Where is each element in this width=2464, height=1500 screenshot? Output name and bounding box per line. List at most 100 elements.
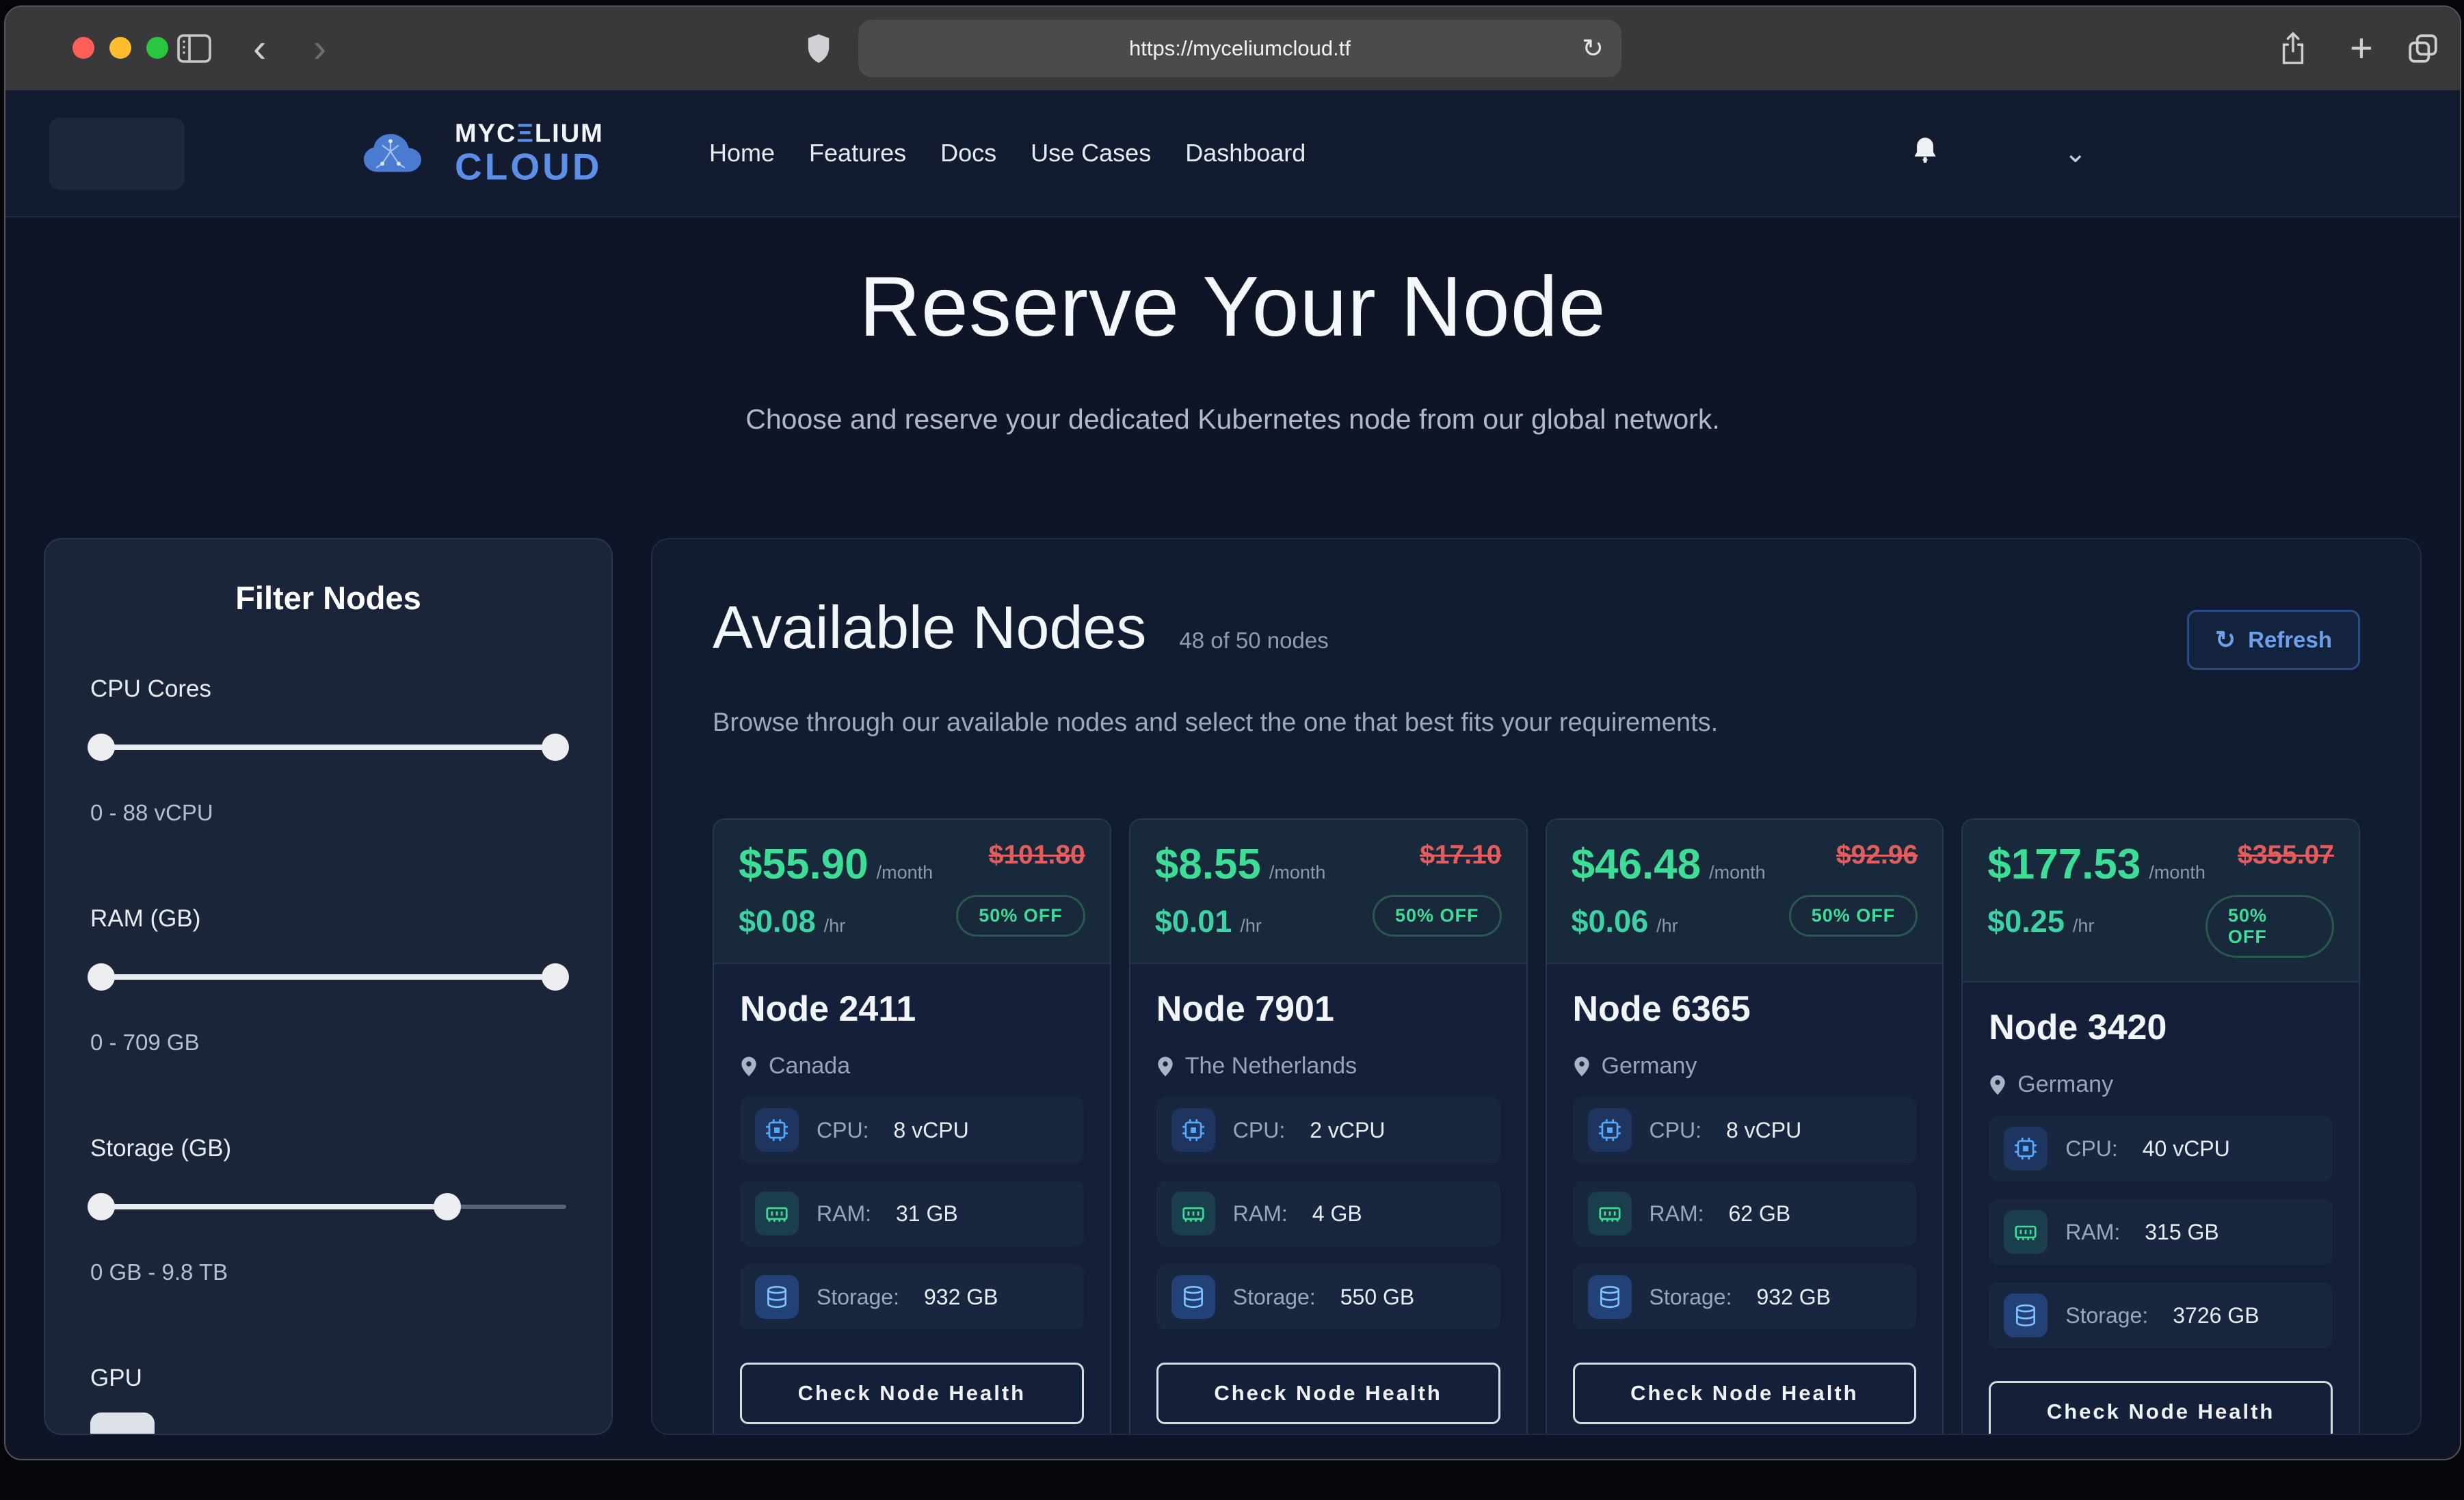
hourly-price: $0.08/hr xyxy=(739,904,933,939)
ram-icon xyxy=(1588,1192,1632,1235)
slider-track-remainder[interactable] xyxy=(447,1205,566,1209)
slider-handle-max[interactable] xyxy=(434,1193,461,1220)
storage-range-slider[interactable] xyxy=(90,1192,566,1221)
nav-link-dashboard[interactable]: Dashboard xyxy=(1185,139,1306,168)
storage-icon xyxy=(1171,1275,1215,1319)
monthly-price: $46.48 xyxy=(1572,841,1701,888)
notifications-bell-icon[interactable] xyxy=(1910,135,1940,172)
check-node-health-button[interactable]: Check Node Health xyxy=(1156,1363,1500,1424)
panel-header: Available Nodes 48 of 50 nodes ↻ Refresh xyxy=(713,593,2360,670)
node-location: Germany xyxy=(1602,1053,1697,1080)
location-pin-icon xyxy=(1989,1074,2006,1096)
ram-value: 315 GB xyxy=(2145,1220,2219,1245)
url-bar[interactable]: https://myceliumcloud.tf ↻ xyxy=(858,20,1621,77)
refresh-button[interactable]: ↻ Refresh xyxy=(2187,610,2360,670)
ram-range-value: 0 - 709 GB xyxy=(90,1030,566,1056)
filter-panel: Filter Nodes CPU Cores 0 - 88 vCPU RAM (… xyxy=(44,538,613,1435)
node-cards-row: $55.90/month $0.08/hr $101.80 50% OFF No… xyxy=(713,818,2360,1435)
slider-handle-max[interactable] xyxy=(542,734,569,761)
url-text: https://myceliumcloud.tf xyxy=(1129,36,1351,61)
node-location: The Netherlands xyxy=(1185,1053,1357,1080)
ram-icon xyxy=(755,1192,799,1235)
node-card: $177.53/month $0.25/hr $355.07 50% OFF N… xyxy=(1961,818,2360,1435)
tab-overview-icon[interactable] xyxy=(2406,31,2440,66)
slider-handle-min[interactable] xyxy=(88,963,115,991)
maximize-window-button[interactable] xyxy=(146,37,168,59)
storage-filter-label: Storage (GB) xyxy=(90,1135,566,1162)
slider-track[interactable] xyxy=(90,745,566,750)
slider-handle-min[interactable] xyxy=(88,1193,115,1220)
old-price: $92.96 xyxy=(1836,840,1918,870)
cpu-value: 40 vCPU xyxy=(2143,1136,2230,1162)
ram-spec-row: RAM:315 GB xyxy=(1989,1199,2333,1265)
page-subtitle: Choose and reserve your dedicated Kubern… xyxy=(5,403,2460,436)
browser-window: ‹ › https://myceliumcloud.tf ↻ + xyxy=(4,5,2461,1460)
cpu-range-slider[interactable] xyxy=(90,733,566,762)
node-name: Node 7901 xyxy=(1156,989,1500,1030)
nav-link-features[interactable]: Features xyxy=(809,139,906,168)
storage-spec-row: Storage:932 GB xyxy=(1573,1264,1917,1330)
nav-link-home[interactable]: Home xyxy=(709,139,775,168)
forward-button[interactable]: › xyxy=(313,29,326,68)
node-card: $46.48/month $0.06/hr $92.96 50% OFF Nod… xyxy=(1546,818,1944,1435)
cpu-spec-row: CPU:2 vCPU xyxy=(1156,1097,1500,1163)
node-name: Node 6365 xyxy=(1573,989,1917,1030)
card-body: Node 3420 Germany CPU:40 vCPU xyxy=(1963,982,2359,1435)
storage-value: 3726 GB xyxy=(2173,1303,2259,1328)
cpu-icon xyxy=(1588,1108,1632,1152)
old-price: $355.07 xyxy=(2238,840,2334,870)
ram-icon xyxy=(1171,1192,1215,1235)
slider-track[interactable] xyxy=(90,974,566,980)
card-price-header: $55.90/month $0.08/hr $101.80 50% OFF xyxy=(714,820,1110,964)
minimize-window-button[interactable] xyxy=(109,37,131,59)
storage-spec-row: Storage:932 GB xyxy=(740,1264,1084,1330)
refresh-icon: ↻ xyxy=(2215,626,2236,654)
filter-title: Filter Nodes xyxy=(90,579,566,617)
discount-badge: 50% OFF xyxy=(2205,895,2334,958)
cpu-value: 8 vCPU xyxy=(893,1118,968,1143)
cpu-spec-row: CPU:40 vCPU xyxy=(1989,1116,2333,1181)
storage-icon xyxy=(755,1275,799,1319)
panel-description: Browse through our available nodes and s… xyxy=(713,708,2360,738)
storage-value: 550 GB xyxy=(1340,1285,1415,1310)
ram-value: 62 GB xyxy=(1729,1201,1791,1227)
page: MYCΞLIUM CLOUD Home Features Docs Use Ca… xyxy=(5,90,2460,1459)
gpu-toggle[interactable] xyxy=(90,1412,155,1435)
node-name: Node 3420 xyxy=(1989,1007,2333,1048)
slider-handle-min[interactable] xyxy=(88,734,115,761)
node-count: 48 of 50 nodes xyxy=(1179,628,1328,654)
nav-link-docs[interactable]: Docs xyxy=(940,139,996,168)
slider-handle-max[interactable] xyxy=(542,963,569,991)
hourly-price: $0.01/hr xyxy=(1155,904,1326,939)
site-logo[interactable]: MYCΞLIUM CLOUD xyxy=(358,121,604,186)
slider-track[interactable] xyxy=(90,1204,447,1209)
nav-links: Home Features Docs Use Cases Dashboard xyxy=(709,139,1306,168)
gpu-filter-label: GPU xyxy=(90,1365,566,1392)
logo-text: MYCΞLIUM CLOUD xyxy=(455,121,604,186)
check-node-health-button[interactable]: Check Node Health xyxy=(1989,1381,2333,1435)
ram-spec-row: RAM:31 GB xyxy=(740,1181,1084,1246)
new-tab-icon[interactable]: + xyxy=(2350,29,2373,68)
hourly-price: $0.06/hr xyxy=(1572,904,1766,939)
reload-icon[interactable]: ↻ xyxy=(1582,34,1604,64)
storage-icon xyxy=(1588,1275,1632,1319)
ram-range-slider[interactable] xyxy=(90,963,566,991)
storage-icon xyxy=(2004,1294,2048,1337)
faded-element xyxy=(49,118,185,190)
shield-icon[interactable] xyxy=(806,33,832,64)
cpu-spec-row: CPU:8 vCPU xyxy=(740,1097,1084,1163)
back-button[interactable]: ‹ xyxy=(253,29,266,68)
check-node-health-button[interactable]: Check Node Health xyxy=(1573,1363,1917,1424)
close-window-button[interactable] xyxy=(72,37,94,59)
storage-value: 932 GB xyxy=(1756,1285,1831,1310)
hero-section: Reserve Your Node Choose and reserve you… xyxy=(5,217,2460,436)
nav-link-use-cases[interactable]: Use Cases xyxy=(1031,139,1151,168)
panel-title: Available Nodes xyxy=(713,593,1146,662)
check-node-health-button[interactable]: Check Node Health xyxy=(740,1363,1084,1424)
sidebar-toggle-icon[interactable] xyxy=(176,34,212,64)
share-icon[interactable] xyxy=(2277,30,2309,67)
account-chevron-down-icon[interactable]: ⌄ xyxy=(2064,137,2087,169)
ram-filter-label: RAM (GB) xyxy=(90,905,566,933)
card-body: Node 2411 Canada CPU:8 vCPU xyxy=(714,964,1110,1435)
ram-spec-row: RAM:4 GB xyxy=(1156,1181,1500,1246)
